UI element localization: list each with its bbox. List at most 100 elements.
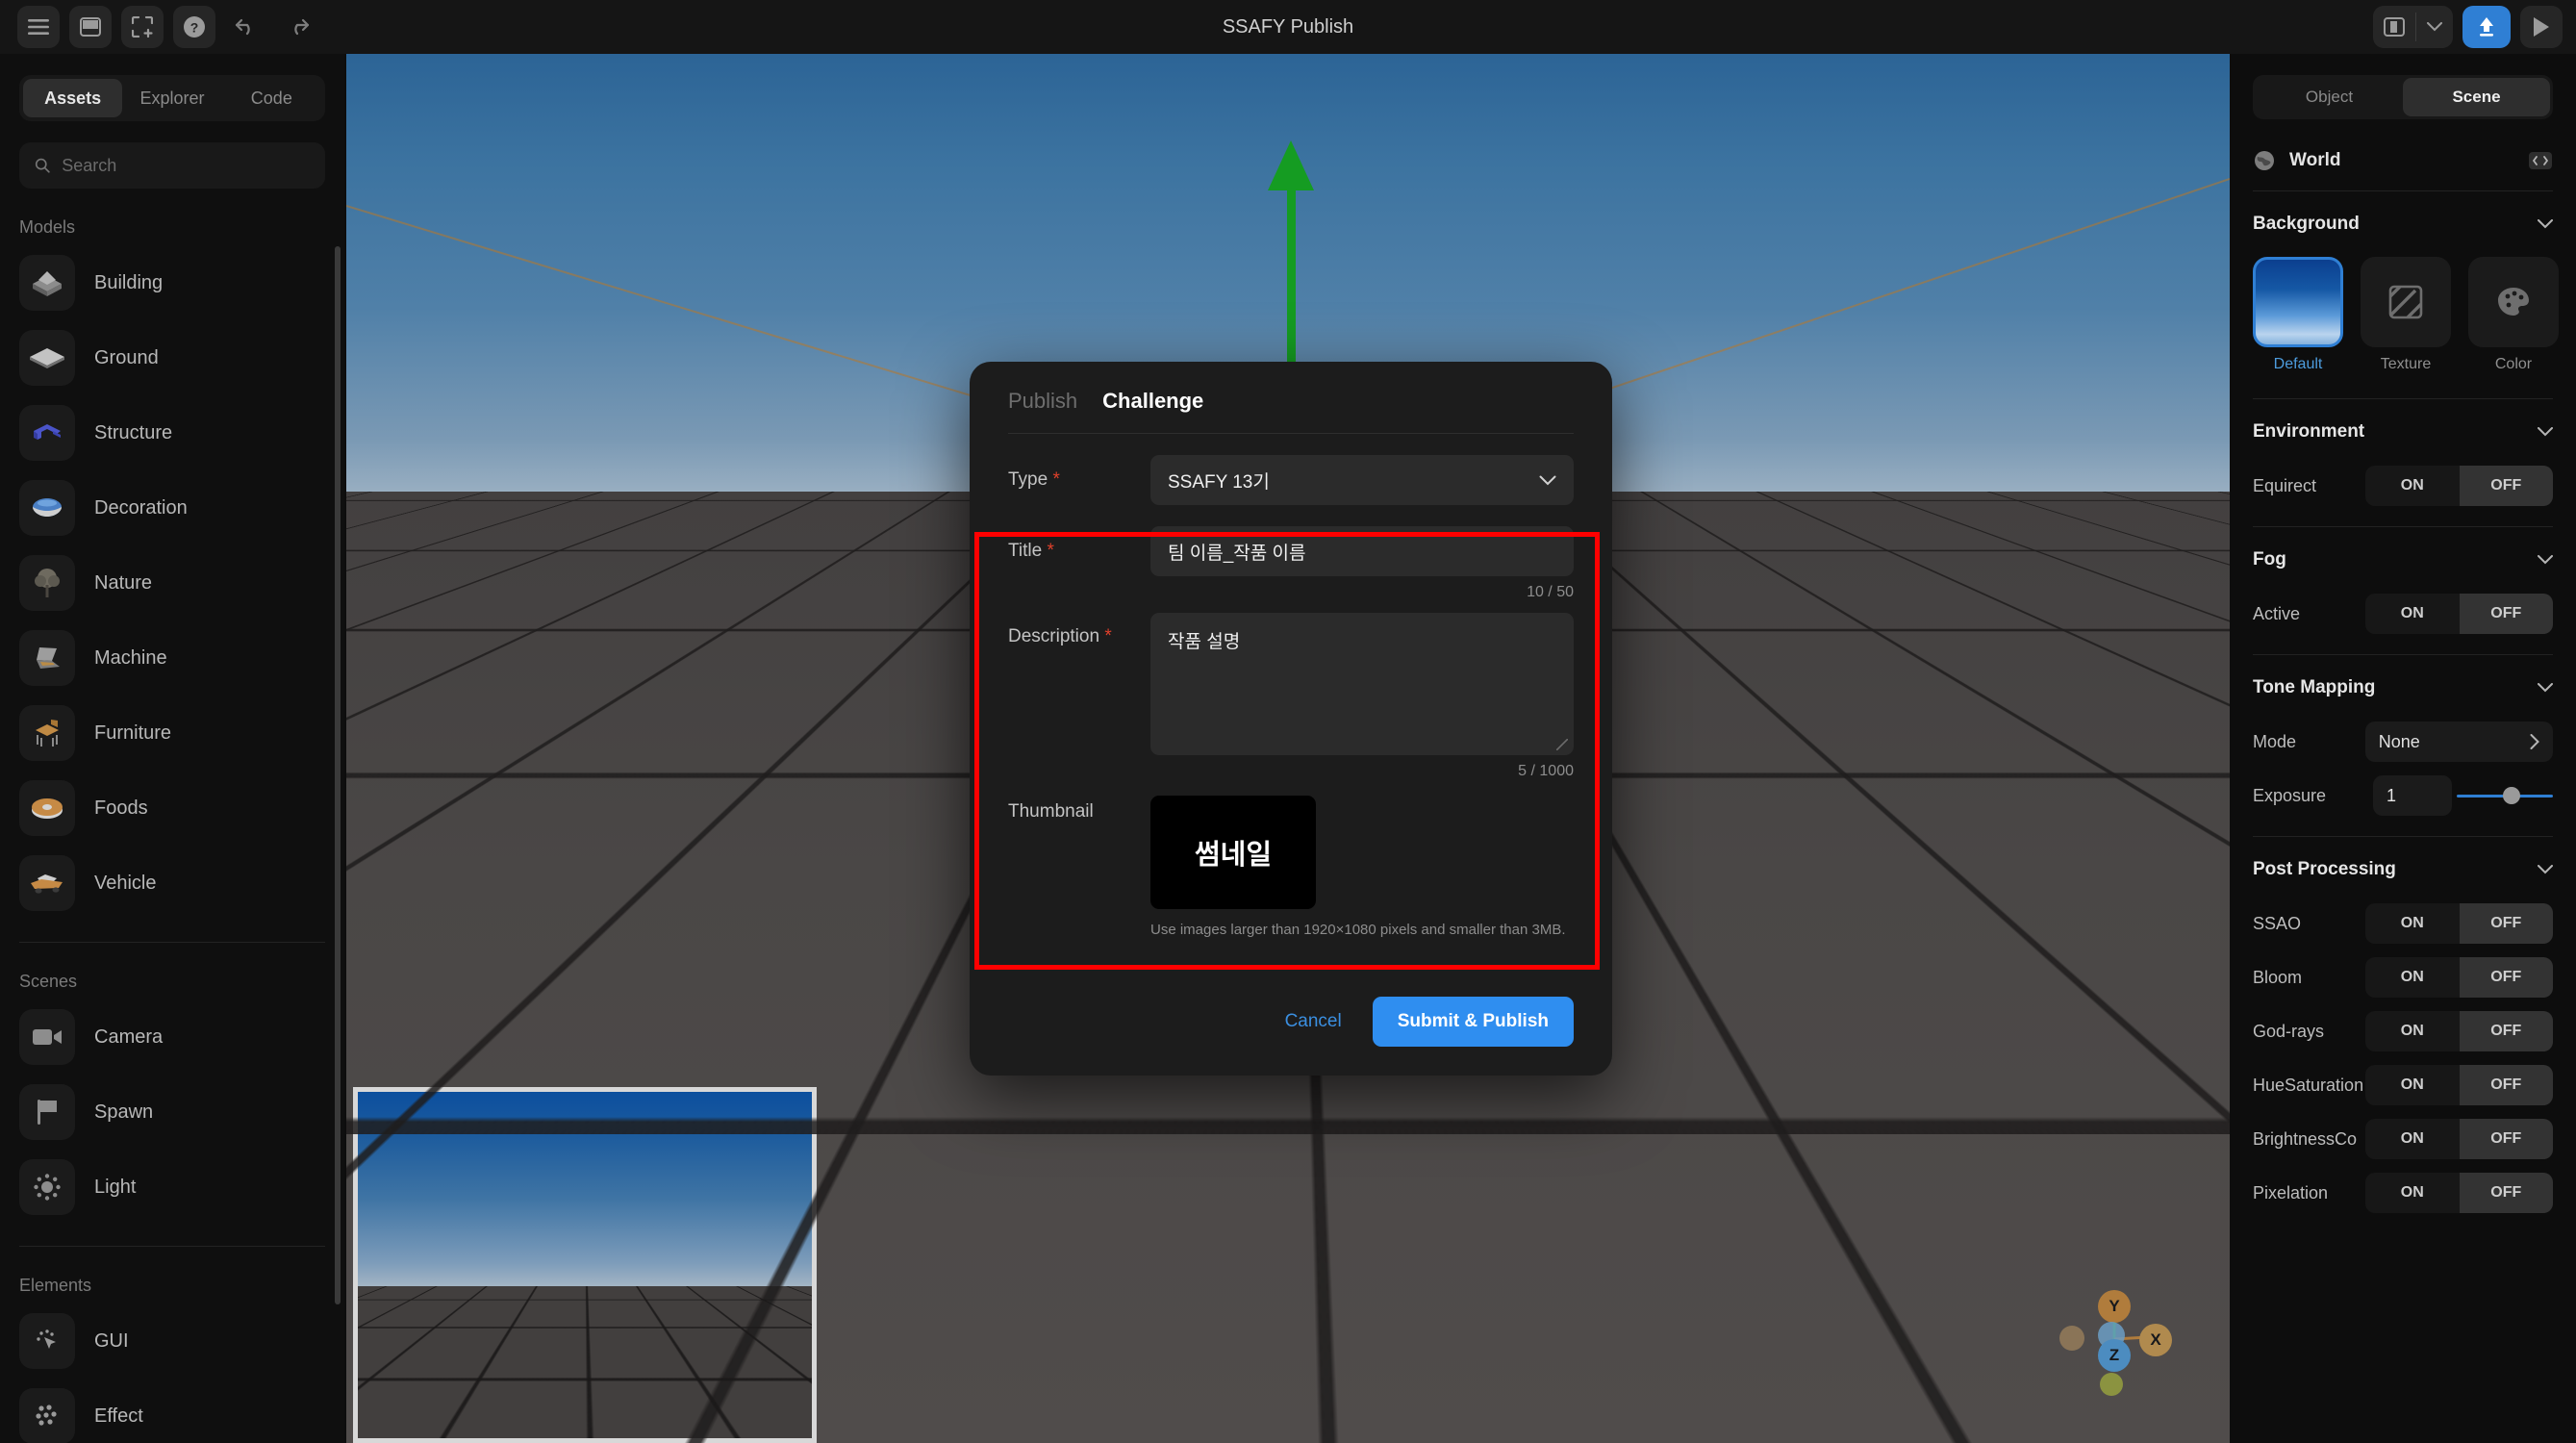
- brightness-contrast-on[interactable]: ON: [2365, 1119, 2460, 1159]
- equirect-off[interactable]: OFF: [2459, 466, 2553, 506]
- background-option-texture[interactable]: Texture: [2361, 257, 2451, 373]
- layout-toggle-icon[interactable]: [2373, 6, 2415, 48]
- search-box[interactable]: [19, 142, 325, 189]
- section-environment[interactable]: Environment: [2253, 405, 2553, 459]
- background-option-default[interactable]: Default: [2253, 257, 2343, 373]
- god-rays-off[interactable]: OFF: [2459, 1011, 2553, 1051]
- tab-object[interactable]: Object: [2256, 78, 2403, 116]
- gizmo-y-positive[interactable]: Y: [2098, 1290, 2131, 1323]
- camera-icon: [19, 1009, 75, 1065]
- fog-active-on[interactable]: ON: [2365, 594, 2460, 634]
- ssao-on[interactable]: ON: [2365, 903, 2460, 944]
- default-sky-swatch: [2253, 257, 2343, 347]
- pixelation-off[interactable]: OFF: [2459, 1173, 2553, 1213]
- tab-explorer[interactable]: Explorer: [122, 79, 221, 117]
- chevron-down-icon: [1539, 475, 1556, 485]
- menu-icon[interactable]: [17, 6, 60, 48]
- gizmo-x-positive[interactable]: X: [2139, 1324, 2172, 1356]
- title-input[interactable]: 팀 이름_작품 이름: [1150, 526, 1574, 576]
- asset-item-light[interactable]: Light: [0, 1150, 344, 1225]
- help-icon[interactable]: ?: [173, 6, 215, 48]
- publish-button[interactable]: [2462, 6, 2511, 48]
- code-brackets-icon[interactable]: [2528, 150, 2553, 171]
- asset-item-machine[interactable]: Machine: [0, 620, 344, 696]
- asset-item-vehicle[interactable]: Vehicle: [0, 846, 344, 921]
- ssao-off[interactable]: OFF: [2459, 903, 2553, 944]
- asset-item-building[interactable]: Building: [0, 245, 344, 320]
- asset-item-furniture[interactable]: Furniture: [0, 696, 344, 771]
- resize-grip-icon[interactable]: [1556, 739, 1568, 750]
- structure-glyph: [34, 424, 61, 440]
- undo-icon[interactable]: [225, 6, 267, 48]
- chevron-down-icon[interactable]: [2538, 219, 2553, 229]
- exposure-slider[interactable]: [2457, 775, 2553, 816]
- section-post-processing[interactable]: Post Processing: [2253, 843, 2553, 897]
- chevron-down-icon[interactable]: [2538, 427, 2553, 437]
- brightness-contrast-toggle: ON OFF: [2365, 1119, 2553, 1159]
- asset-item-structure[interactable]: Structure: [0, 395, 344, 470]
- tab-assets[interactable]: Assets: [23, 79, 123, 117]
- asset-item-camera[interactable]: Camera: [0, 1000, 344, 1075]
- sidebar-scrollbar[interactable]: [335, 246, 341, 1304]
- dialog-tab-publish[interactable]: Publish: [1008, 389, 1077, 414]
- row-bloom: Bloom ON OFF: [2253, 950, 2553, 1004]
- chevron-down-icon[interactable]: [2416, 6, 2453, 48]
- asset-item-decoration[interactable]: Decoration: [0, 470, 344, 545]
- tab-code-label: Code: [250, 88, 292, 108]
- pixelation-on[interactable]: ON: [2365, 1173, 2460, 1213]
- tab-scene[interactable]: Scene: [2403, 78, 2550, 116]
- exposure-input[interactable]: 1: [2373, 775, 2452, 816]
- asset-item-nature[interactable]: Nature: [0, 545, 344, 620]
- play-button[interactable]: [2520, 6, 2563, 48]
- thumbnail-upload[interactable]: 썸네일: [1150, 796, 1316, 909]
- world-row[interactable]: World: [2253, 131, 2553, 190]
- gizmo-z-positive[interactable]: Z: [2098, 1339, 2131, 1372]
- asset-item-effect[interactable]: Effect: [0, 1379, 344, 1443]
- bloom-on[interactable]: ON: [2365, 957, 2460, 998]
- god-rays-on[interactable]: ON: [2365, 1011, 2460, 1051]
- bloom-off[interactable]: OFF: [2459, 957, 2553, 998]
- chevron-down-icon[interactable]: [2538, 683, 2553, 693]
- thumbnail-preview[interactable]: [353, 1087, 817, 1443]
- flag-glyph: [38, 1100, 57, 1125]
- cancel-button[interactable]: Cancel: [1272, 1001, 1355, 1042]
- dialog-tabs: Publish Challenge: [1008, 362, 1574, 433]
- asset-item-gui[interactable]: GUI: [0, 1304, 344, 1379]
- orientation-gizmo[interactable]: Y Z X: [2057, 1281, 2172, 1397]
- chevron-down-icon[interactable]: [2538, 865, 2553, 874]
- panel-icon[interactable]: [69, 6, 112, 48]
- slider-knob[interactable]: [2503, 787, 2520, 804]
- tab-code[interactable]: Code: [222, 79, 321, 117]
- flag-icon: [19, 1084, 75, 1140]
- tab-object-label: Object: [2305, 88, 2354, 106]
- row-god-rays: God-rays ON OFF: [2253, 1004, 2553, 1058]
- dialog-tab-challenge[interactable]: Challenge: [1102, 389, 1203, 414]
- camera-glyph: [33, 1029, 62, 1045]
- gizmo-x-negative[interactable]: [2059, 1326, 2084, 1351]
- asset-item-ground[interactable]: Ground: [0, 320, 344, 395]
- background-option-color[interactable]: Color: [2468, 257, 2559, 373]
- row-tone-mode: Mode None: [2253, 715, 2553, 769]
- submit-publish-button[interactable]: Submit & Publish: [1372, 997, 1574, 1047]
- asset-label: Machine: [94, 646, 167, 669]
- expand-add-icon[interactable]: [121, 6, 164, 48]
- section-background[interactable]: Background: [2253, 197, 2553, 251]
- gizmo-y-negative[interactable]: [2100, 1373, 2123, 1396]
- brightness-contrast-off[interactable]: OFF: [2459, 1119, 2553, 1159]
- section-tone-mapping[interactable]: Tone Mapping: [2253, 661, 2553, 715]
- type-select[interactable]: SSAFY 13기: [1150, 455, 1574, 505]
- description-textarea[interactable]: 작품 설명: [1150, 613, 1574, 755]
- fog-active-off[interactable]: OFF: [2459, 594, 2553, 634]
- asset-item-foods[interactable]: Foods: [0, 771, 344, 846]
- asset-item-spawn[interactable]: Spawn: [0, 1075, 344, 1150]
- equirect-on[interactable]: ON: [2365, 466, 2460, 506]
- tone-mode-select[interactable]: None: [2364, 722, 2553, 762]
- machine-icon: [19, 630, 75, 686]
- hue-saturation-on[interactable]: ON: [2365, 1065, 2460, 1105]
- hue-saturation-off[interactable]: OFF: [2459, 1065, 2553, 1105]
- section-fog[interactable]: Fog: [2253, 533, 2553, 587]
- search-input[interactable]: [62, 155, 310, 176]
- asset-label: Furniture: [94, 722, 172, 744]
- redo-icon[interactable]: [277, 6, 319, 48]
- chevron-down-icon[interactable]: [2538, 555, 2553, 565]
